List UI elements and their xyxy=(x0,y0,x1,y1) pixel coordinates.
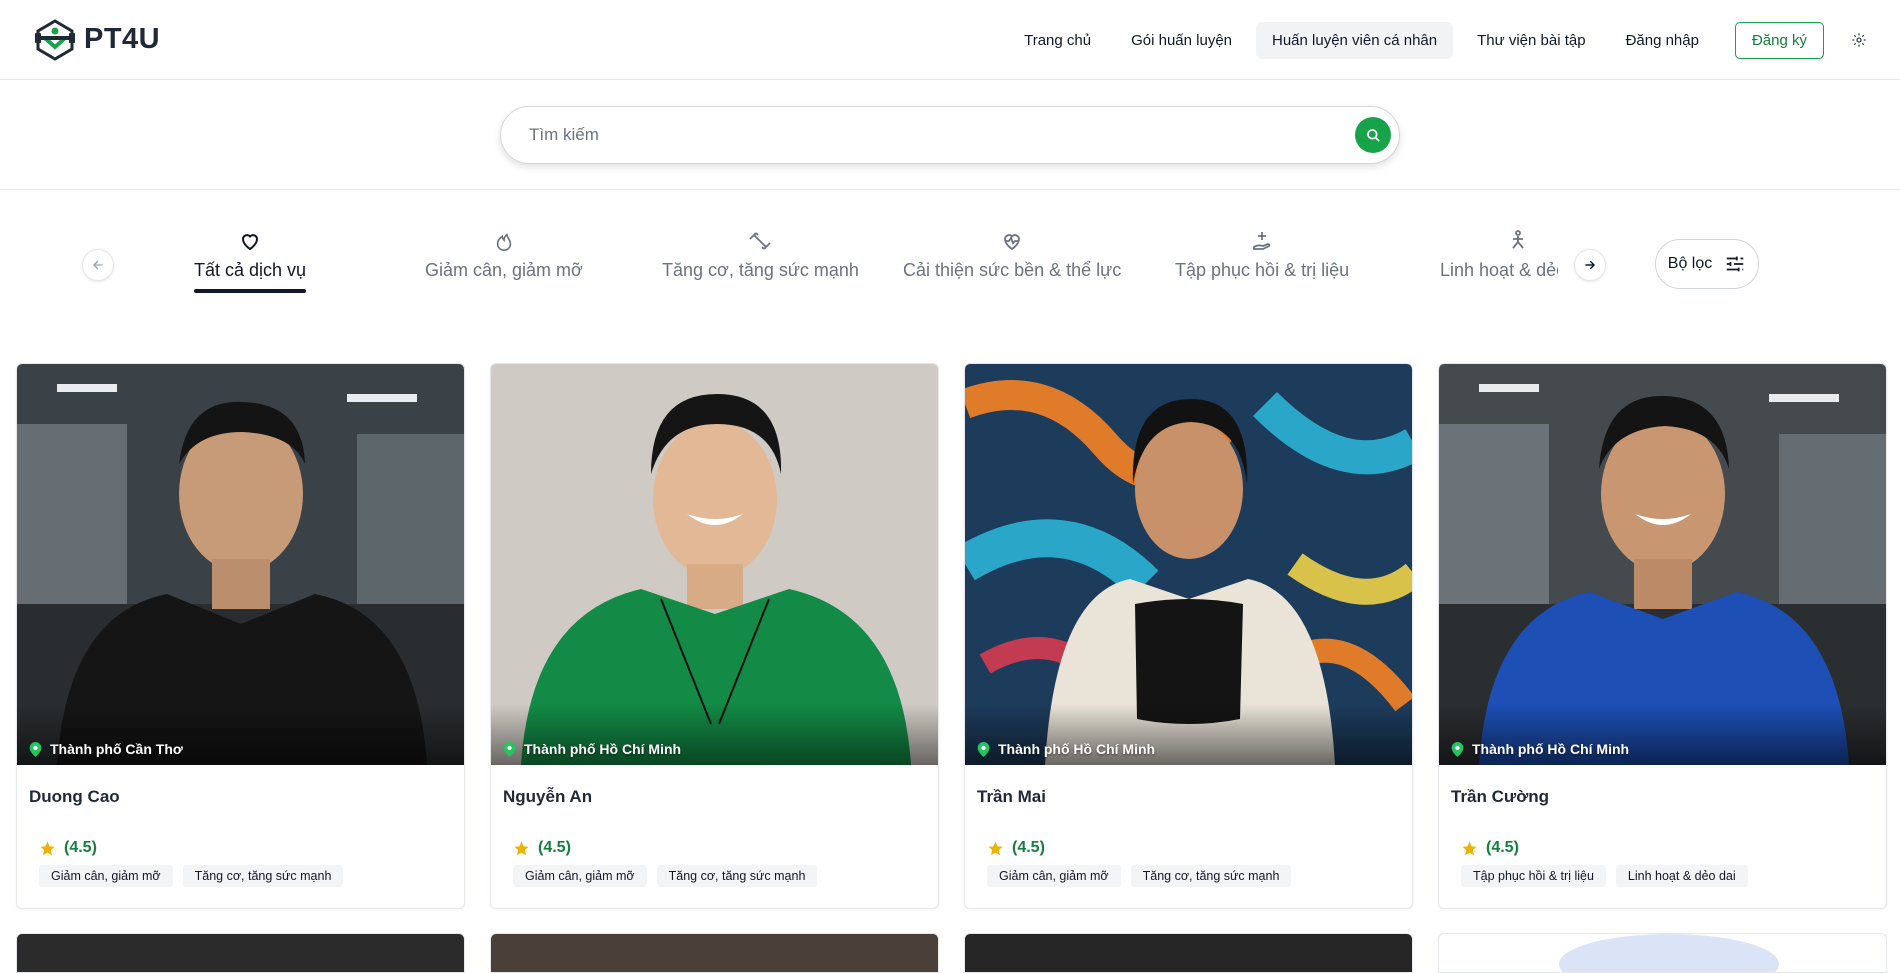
star-icon xyxy=(514,840,529,855)
specialty-tag: Tập phục hồi & trị liệu xyxy=(1461,865,1606,887)
star-icon xyxy=(40,840,55,855)
category-flexibility[interactable]: Linh hoạt & dẻo dai xyxy=(1440,228,1558,281)
trainer-tags: Giảm cân, giảm mỡ Tăng cơ, tăng sức mạnh xyxy=(491,857,938,887)
category-label: Tập phục hồi & trị liệu xyxy=(1175,260,1350,280)
logo-icon xyxy=(35,18,75,61)
category-muscle-gain[interactable]: Tăng cơ, tăng sức mạnh xyxy=(662,228,859,281)
trainer-name: Trần Mai xyxy=(977,787,1046,806)
filter-button[interactable]: Bộ lọc xyxy=(1655,239,1759,289)
nav-personal-trainers[interactable]: Huấn luyện viên cá nhân xyxy=(1256,21,1454,59)
star-icon xyxy=(988,840,1003,855)
category-prev-button[interactable] xyxy=(82,249,114,281)
trainer-rating: (4.5) xyxy=(17,839,464,857)
trainer-photo: Thành phố Hồ Chí Minh xyxy=(1439,364,1886,765)
heart-pulse-icon xyxy=(903,228,1121,254)
trainer-card-partial[interactable] xyxy=(490,933,939,973)
specialty-tag: Tăng cơ, tăng sức mạnh xyxy=(182,865,344,887)
top-header: PT4U Trang chủ Gói huấn luyện Huấn luyện… xyxy=(0,0,1900,80)
trainer-photo: Thành phố Cần Thơ xyxy=(17,364,464,765)
main-nav: Trang chủ Gói huấn luyện Huấn luyện viên… xyxy=(1008,0,1868,80)
trainer-location: Thành phố Hồ Chí Minh xyxy=(977,741,1155,757)
location-pin-icon xyxy=(1451,741,1464,757)
nav-home[interactable]: Trang chủ xyxy=(1008,22,1107,59)
rating-value: (4.5) xyxy=(1486,839,1519,856)
trainer-location: Thành phố Cần Thơ xyxy=(29,741,183,757)
trainer-name: Duong Cao xyxy=(29,787,120,806)
trainer-name: Nguyễn An xyxy=(503,787,593,806)
specialty-tag: Tăng cơ, tăng sức mạnh xyxy=(1130,865,1292,887)
arrow-right-icon xyxy=(1585,260,1595,270)
category-carousel: Tất cả dịch vụ Giảm cân, giảm mỡ Tăng cơ… xyxy=(170,190,1558,310)
category-weight-loss[interactable]: Giảm cân, giảm mỡ xyxy=(425,228,583,281)
category-label: Cải thiện sức bền & thể lực xyxy=(903,260,1122,280)
trainer-rating: (4.5) xyxy=(965,839,1412,857)
rating-value: (4.5) xyxy=(538,839,571,856)
trainer-card-partial[interactable] xyxy=(1438,933,1887,973)
trainer-card-partial[interactable] xyxy=(964,933,1413,973)
trainer-card[interactable]: Thành phố Hồ Chí Minh Nguyễn An (4.5) Gi… xyxy=(490,363,939,909)
category-all-services[interactable]: Tất cả dịch vụ xyxy=(194,228,307,293)
nav-packages[interactable]: Gói huấn luyện xyxy=(1115,22,1248,59)
rating-value: (4.5) xyxy=(1012,839,1045,856)
flame-icon xyxy=(425,228,583,254)
dumbbell-icon xyxy=(662,228,859,254)
location-pin-icon xyxy=(503,741,516,757)
search-bar xyxy=(500,105,1400,164)
category-endurance[interactable]: Cải thiện sức bền & thể lực xyxy=(903,228,1121,281)
hand-plus-icon xyxy=(1175,228,1349,254)
search-button[interactable] xyxy=(1355,116,1391,153)
specialty-tag: Giảm cân, giảm mỡ xyxy=(513,865,647,887)
location-pin-icon xyxy=(977,741,990,757)
specialty-tag: Tăng cơ, tăng sức mạnh xyxy=(656,865,818,887)
active-category-indicator xyxy=(194,289,307,293)
trainer-rating: (4.5) xyxy=(491,839,938,857)
nav-login[interactable]: Đăng nhập xyxy=(1610,22,1715,59)
category-label: Tăng cơ, tăng sức mạnh xyxy=(662,260,859,280)
filter-label: Bộ lọc xyxy=(1667,255,1713,272)
trainer-tags: Giảm cân, giảm mỡ Tăng cơ, tăng sức mạnh xyxy=(17,857,464,887)
specialty-tag: Giảm cân, giảm mỡ xyxy=(39,865,173,887)
category-label: Tất cả dịch vụ xyxy=(194,260,307,280)
nav-exercise-library[interactable]: Thư viện bài tập xyxy=(1461,22,1601,59)
specialty-tag: Giảm cân, giảm mỡ xyxy=(987,865,1121,887)
trainer-tags: Giảm cân, giảm mỡ Tăng cơ, tăng sức mạnh xyxy=(965,857,1412,887)
search-section xyxy=(0,80,1900,190)
category-label: Giảm cân, giảm mỡ xyxy=(425,260,583,280)
trainer-photo: Thành phố Hồ Chí Minh xyxy=(965,364,1412,765)
trainer-name: Trần Cường xyxy=(1451,787,1550,806)
brand-name: PT4U xyxy=(84,23,161,55)
trainer-card[interactable]: Thành phố Hồ Chí Minh Trần Mai (4.5) Giả… xyxy=(964,363,1413,909)
trainer-location: Thành phố Hồ Chí Minh xyxy=(503,741,681,757)
rating-value: (4.5) xyxy=(64,839,97,856)
brand-logo[interactable]: PT4U xyxy=(32,17,160,63)
star-icon xyxy=(1462,840,1477,855)
register-button[interactable]: Đăng ký xyxy=(1734,21,1824,59)
trainer-card-partial[interactable] xyxy=(16,933,465,973)
arrow-left-icon xyxy=(93,260,103,270)
specialty-tag: Linh hoạt & dẻo dai xyxy=(1615,865,1748,887)
location-pin-icon xyxy=(29,741,42,757)
search-input[interactable] xyxy=(529,124,1355,145)
trainer-card[interactable]: Thành phố Hồ Chí Minh Trần Cường (4.5) T… xyxy=(1438,363,1887,909)
trainer-location: Thành phố Hồ Chí Minh xyxy=(1451,741,1629,757)
stretch-icon xyxy=(1440,228,1558,254)
heart-icon xyxy=(194,228,306,254)
category-rehab[interactable]: Tập phục hồi & trị liệu xyxy=(1175,228,1349,281)
search-icon xyxy=(1367,128,1380,142)
avatar-placeholder xyxy=(1559,934,1779,972)
sliders-icon xyxy=(1726,256,1744,272)
category-next-button[interactable] xyxy=(1574,249,1606,281)
category-label: Linh hoạt & dẻo dai xyxy=(1440,260,1558,280)
trainer-rating: (4.5) xyxy=(1439,839,1886,857)
trainer-card[interactable]: Thành phố Cần Thơ Duong Cao (4.5) Giảm c… xyxy=(16,363,465,909)
gear-icon[interactable] xyxy=(1850,31,1868,49)
trainer-tags: Tập phục hồi & trị liệu Linh hoạt & dẻo … xyxy=(1439,857,1886,887)
trainer-photo: Thành phố Hồ Chí Minh xyxy=(491,364,938,765)
